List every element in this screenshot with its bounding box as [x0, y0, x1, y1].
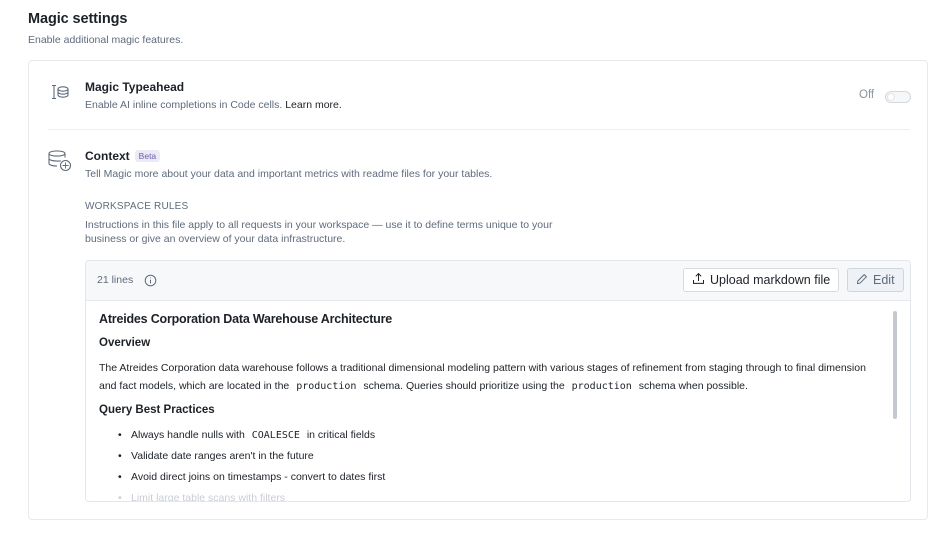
workspace-rules-label: WORKSPACE RULES: [85, 201, 189, 212]
upload-markdown-button[interactable]: Upload markdown file: [683, 268, 840, 292]
doc-subheading-practices: Query Best Practices: [99, 404, 215, 416]
toggle-state-label: Off: [859, 89, 875, 101]
page-header: Magic settings Enable additional magic f…: [28, 11, 183, 46]
context-title: Context Beta: [85, 149, 161, 163]
list-item: Limit large table scans with filters: [118, 488, 385, 501]
info-icon[interactable]: [144, 274, 157, 292]
row-divider: [48, 129, 910, 130]
list-item: Avoid direct joins on timestamps - conve…: [118, 467, 385, 488]
editor-scrollbar[interactable]: [893, 311, 897, 419]
context-title-text: Context: [85, 149, 130, 163]
line-count: 21 lines: [97, 274, 134, 286]
workspace-rules-editor[interactable]: 21 lines Upload markdown file Edit Atrei…: [85, 260, 911, 502]
list-item: Always handle nulls with COALESCE in cri…: [118, 425, 385, 446]
list-item-text: in critical fields: [306, 429, 376, 441]
upload-button-label: Upload markdown file: [710, 273, 831, 287]
doc-subheading-overview: Overview: [99, 337, 151, 349]
doc-paragraph-text: schema when possible.: [638, 380, 748, 392]
workspace-rules-description: Instructions in this file apply to all r…: [85, 219, 553, 245]
inline-code: production: [296, 381, 357, 392]
text-cursor-database-icon: [50, 82, 70, 107]
upload-icon: [692, 272, 705, 288]
context-description: Tell Magic more about your data and impo…: [85, 168, 493, 180]
list-item-text: Always handle nulls with: [131, 429, 245, 441]
editor-toolbar: 21 lines Upload markdown file Edit: [86, 261, 910, 301]
doc-paragraph: The Atreides Corporation data warehouse …: [99, 359, 879, 396]
magic-settings-card: Magic Typeahead Enable AI inline complet…: [28, 60, 928, 520]
typeahead-description-text: Enable AI inline completions in Code cel…: [85, 99, 283, 111]
toggle-knob: [887, 93, 895, 101]
doc-list: Always handle nulls with COALESCE in cri…: [118, 425, 385, 501]
inline-code: production: [571, 381, 632, 392]
edit-button-label: Edit: [873, 273, 895, 287]
page-title: Magic settings: [28, 11, 128, 27]
database-stack-icon: [47, 149, 73, 180]
doc-paragraph-text: schema. Queries should prioritize using …: [363, 380, 565, 392]
typeahead-toggle[interactable]: [885, 91, 911, 103]
learn-more-link[interactable]: Learn more.: [285, 99, 342, 111]
pencil-icon: [856, 273, 868, 288]
inline-code: COALESCE: [251, 430, 300, 441]
markdown-preview[interactable]: Atreides Corporation Data Warehouse Arch…: [86, 301, 910, 501]
edit-button[interactable]: Edit: [847, 268, 904, 292]
beta-badge: Beta: [134, 150, 161, 162]
typeahead-description: Enable AI inline completions in Code cel…: [85, 99, 342, 111]
typeahead-title: Magic Typeahead: [85, 80, 185, 94]
page-subtitle: Enable additional magic features.: [28, 34, 184, 46]
list-item: Validate date ranges aren't in the futur…: [118, 446, 385, 467]
doc-heading: Atreides Corporation Data Warehouse Arch…: [99, 312, 393, 326]
